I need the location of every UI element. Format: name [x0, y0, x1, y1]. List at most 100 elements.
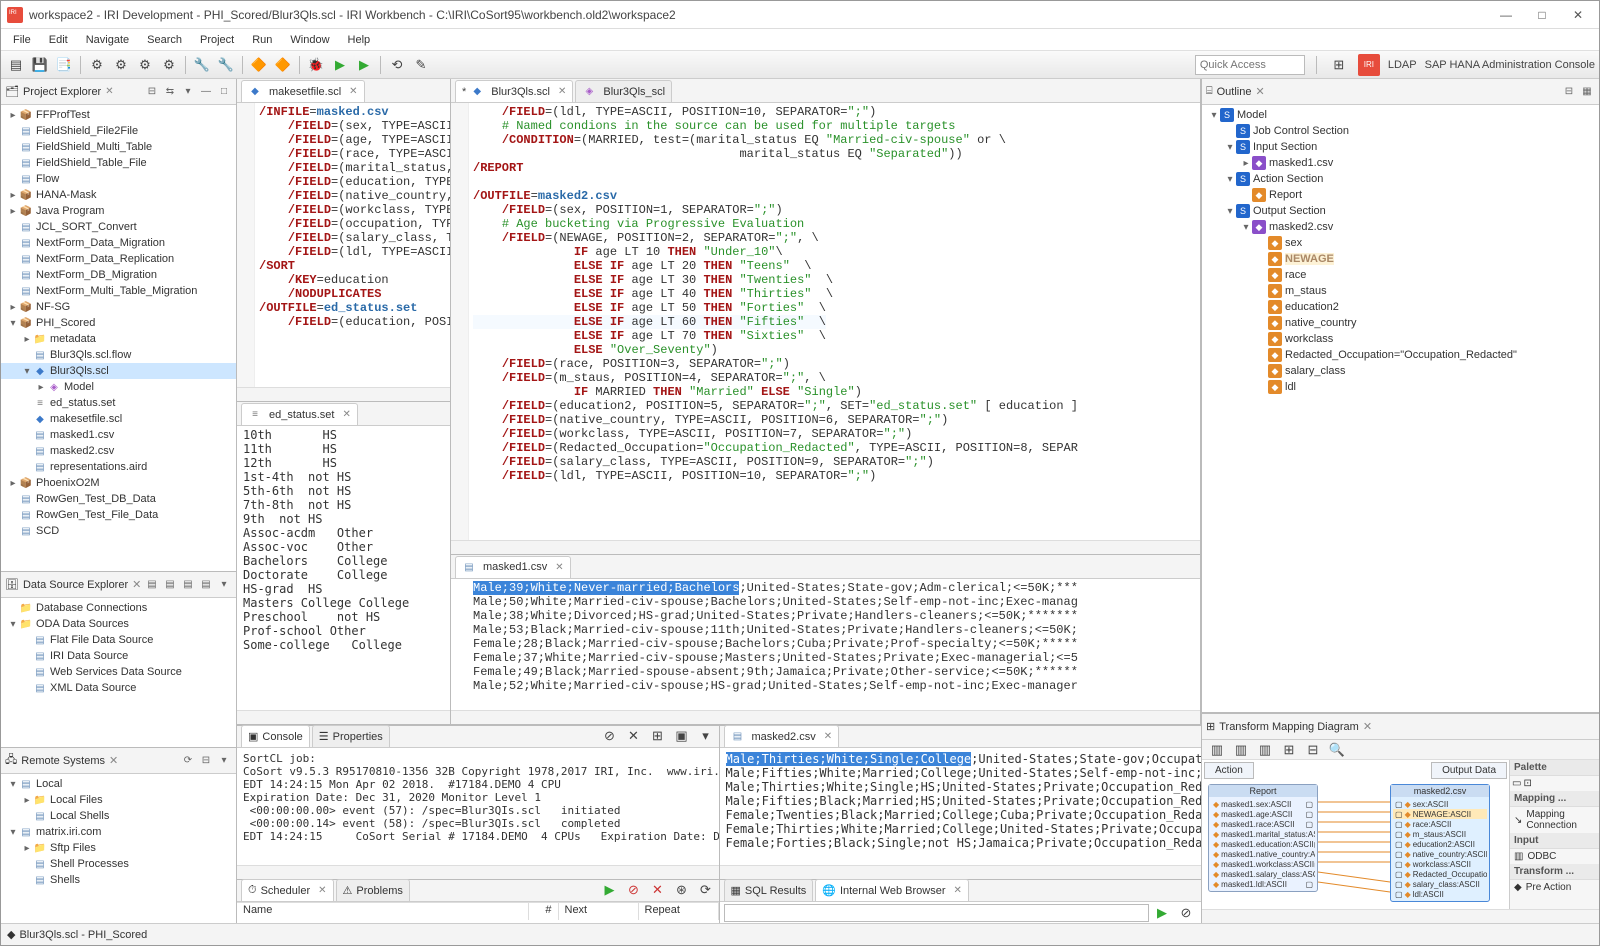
sched-toolbar-icon[interactable]: ⊘ [623, 879, 645, 901]
outline-item[interactable]: SJob Control Section [1202, 123, 1599, 139]
tree-item[interactable]: ▸📁metadata [1, 331, 236, 347]
tree-item[interactable]: ▤Shells [1, 872, 236, 888]
close-tab-icon[interactable]: ✕ [558, 86, 566, 97]
tab-masked2[interactable]: ▤ masked2.csv ✕ [724, 725, 840, 747]
rs-tree[interactable]: ▾▤Local▸📁Local Files▤Local Shells▾▤matri… [1, 774, 236, 923]
browser-url-input[interactable] [724, 904, 1150, 922]
mapping-target[interactable]: ▢◆race:ASCII [1393, 819, 1487, 829]
palette-item[interactable]: ▥ODBC [1510, 849, 1599, 864]
menu-search[interactable]: Search [139, 32, 190, 48]
diag-tb-icon[interactable]: ⊟ [1302, 739, 1324, 761]
edstatus-editor[interactable]: 10th HS11th HS12th HS1st-4th not HS5th-6… [237, 426, 450, 710]
tab-edstatus[interactable]: ≡ ed_status.set ✕ [241, 403, 358, 425]
view-menu-icon[interactable]: ▾ [216, 753, 232, 769]
tree-item[interactable]: ▸📦HANA-Mask [1, 187, 236, 203]
view-menu-icon[interactable]: ▾ [180, 84, 196, 100]
toolbar-icon[interactable]: ▤ [198, 577, 214, 593]
toolbar-icon[interactable]: ✎ [410, 54, 432, 76]
mapping-source[interactable]: ◆masked1.workclass:ASCII▢ [1211, 859, 1315, 869]
tree-item[interactable]: ◆makesetfile.scl [1, 411, 236, 427]
menu-window[interactable]: Window [282, 32, 337, 48]
toolbar-icon[interactable]: ⟲ [386, 54, 408, 76]
toolbar-icon[interactable]: ⚙ [110, 54, 132, 76]
close-tab-icon[interactable]: ✕ [342, 409, 350, 420]
scheduler-table[interactable]: Name # Next Repeat [237, 902, 719, 920]
tree-item[interactable]: ▾📁ODA Data Sources [1, 616, 236, 632]
tree-item[interactable]: ▸📦FFProfTest [1, 107, 236, 123]
toolbar-icon[interactable]: ▦ [1579, 84, 1595, 100]
outline-item[interactable]: ◆salary_class [1202, 363, 1599, 379]
mapping-target[interactable]: ▢◆sex:ASCII [1393, 799, 1487, 809]
hscrollbar[interactable] [720, 865, 1202, 879]
outline-item[interactable]: ◆education2 [1202, 299, 1599, 315]
tree-item[interactable]: ▤Web Services Data Source [1, 664, 236, 680]
console-toolbar-icon[interactable]: ⊘ [599, 725, 621, 747]
palette-item[interactable]: ↘Mapping Connection [1510, 807, 1599, 833]
tab-sql-results[interactable]: ▦ SQL Results [724, 879, 814, 901]
run-last-icon[interactable]: ▶ [353, 54, 375, 76]
mapping-target[interactable]: ▢◆ldl:ASCII [1393, 889, 1487, 899]
sched-toolbar-icon[interactable]: ⊛ [671, 879, 693, 901]
tab-makesetfile[interactable]: ◆ makesetfile.scl ✕ [241, 80, 365, 102]
mapping-target[interactable]: ▢◆workclass:ASCII [1393, 859, 1487, 869]
toolbar-icon[interactable]: ▤ [180, 577, 196, 593]
perspective-icon[interactable]: ⊞ [1328, 54, 1350, 76]
tree-item[interactable]: ▤SCD [1, 523, 236, 539]
toolbar-icon[interactable]: ▤ [162, 577, 178, 593]
tree-item[interactable]: ▤NextForm_Data_Replication [1, 251, 236, 267]
saveall-icon[interactable]: 📑 [53, 54, 75, 76]
mapping-source[interactable]: ◆masked1.education:ASCII▢ [1211, 839, 1315, 849]
console-toolbar-icon[interactable]: ▣ [671, 725, 693, 747]
tree-item[interactable]: ▤RowGen_Test_DB_Data [1, 491, 236, 507]
tree-item[interactable]: ▤Flow [1, 171, 236, 187]
run-icon[interactable]: ▶ [329, 54, 351, 76]
hscrollbar[interactable] [237, 387, 450, 401]
link-editor-icon[interactable]: ⇆ [162, 84, 178, 100]
minimize-button[interactable]: — [1491, 6, 1521, 24]
outline-item[interactable]: ◆race [1202, 267, 1599, 283]
maximize-view-icon[interactable]: □ [216, 84, 232, 100]
tree-item[interactable]: ▸📦NF-SG [1, 299, 236, 315]
toolbar-icon[interactable]: ⚙ [158, 54, 180, 76]
console-toolbar-icon[interactable]: ✕ [623, 725, 645, 747]
browser-stop-icon[interactable]: ⊘ [1175, 902, 1197, 924]
toolbar-icon[interactable]: 🔧 [191, 54, 213, 76]
tree-item[interactable]: ▾▤matrix.iri.com [1, 824, 236, 840]
tree-item[interactable]: ▤Blur3Qls.scl.flow [1, 347, 236, 363]
mapping-source[interactable]: ◆masked1.sex:ASCII▢ [1211, 799, 1315, 809]
diagram-canvas[interactable]: Action Output Data Report ◆masked1.sex:A… [1202, 760, 1509, 909]
menu-navigate[interactable]: Navigate [78, 32, 137, 48]
outline-item[interactable]: ◆NEWAGE [1202, 251, 1599, 267]
outline-item[interactable]: ▾◆masked2.csv [1202, 219, 1599, 235]
tree-item[interactable]: ▤FieldShield_Multi_Table [1, 139, 236, 155]
quick-access-input[interactable] [1195, 55, 1305, 75]
menu-file[interactable]: File [5, 32, 39, 48]
dse-tree[interactable]: 📁Database Connections▾📁ODA Data Sources ▤… [1, 598, 236, 747]
tree-item[interactable]: ▤NextForm_DB_Migration [1, 267, 236, 283]
outline-item[interactable]: ▾SModel [1202, 107, 1599, 123]
palette-group[interactable]: Input [1510, 833, 1599, 849]
view-menu-icon[interactable]: ▾ [216, 577, 232, 593]
tab-blur3qls[interactable]: ◆ Blur3Qls.scl ✕ [455, 80, 573, 102]
tree-item[interactable]: ▤XML Data Source [1, 680, 236, 696]
toolbar-icon[interactable]: 🔶 [248, 54, 270, 76]
tab-masked1[interactable]: ▤ masked1.csv ✕ [455, 556, 571, 578]
tree-item[interactable]: ▾📦PHI_Scored [1, 315, 236, 331]
mapping-source[interactable]: ◆masked1.salary_class:ASCII▢ [1211, 869, 1315, 879]
diag-tb-icon[interactable]: ⊞ [1278, 739, 1300, 761]
tree-item[interactable]: 📁Database Connections [1, 600, 236, 616]
tree-item[interactable]: ≡ed_status.set [1, 395, 236, 411]
outline-item[interactable]: ◆native_country [1202, 315, 1599, 331]
toolbar-icon[interactable]: ⚙ [86, 54, 108, 76]
tab-scheduler[interactable]: ⏱ Scheduler ✕ [241, 879, 334, 901]
mapping-source[interactable]: ◆masked1.ldl:ASCII▢ [1211, 879, 1315, 889]
outline-tree[interactable]: ▾SModelSJob Control Section▾SInput Secti… [1202, 105, 1599, 712]
menu-help[interactable]: Help [340, 32, 379, 48]
tree-item[interactable]: ▸📁Sftp Files [1, 840, 236, 856]
menu-run[interactable]: Run [244, 32, 280, 48]
outline-item[interactable]: ▸◆masked1.csv [1202, 155, 1599, 171]
mapping-target[interactable]: ▢◆education2:ASCII [1393, 839, 1487, 849]
tree-item[interactable]: ▤masked2.csv [1, 443, 236, 459]
tree-item[interactable]: ▤FieldShield_File2File [1, 123, 236, 139]
toolbar-icon[interactable]: ⊟ [198, 753, 214, 769]
